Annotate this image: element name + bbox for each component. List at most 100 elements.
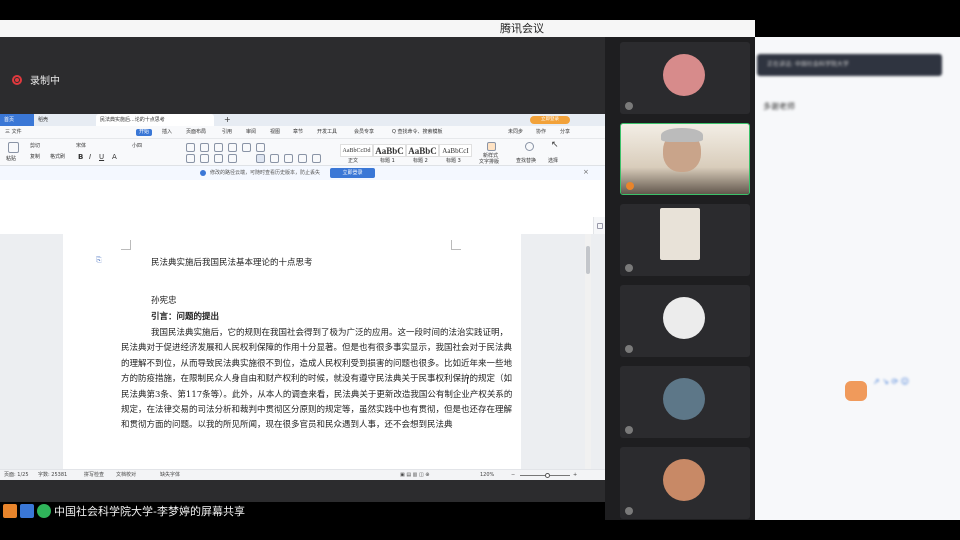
style-heading-3-label: 标题 3 — [446, 158, 461, 164]
participant-tile[interactable] — [620, 366, 750, 438]
document-page[interactable]: 民法典实施后我国民法基本理论的十点思考 孙宪忠 引言：问题的提出 我国民法典实施… — [63, 234, 521, 469]
user-icon — [3, 504, 17, 518]
menu-chapter[interactable]: 章节 — [293, 129, 303, 136]
distributed-align-icon[interactable] — [256, 154, 265, 163]
view-mode-icons[interactable]: ▣ ▤ ▥ ◫ ⊕ — [400, 472, 429, 479]
participant-tile[interactable] — [620, 204, 750, 276]
missing-fonts[interactable]: 缺失字体 — [160, 472, 180, 479]
document-canvas: 民法典实施后我国民法基本理论的十点思考 孙宪忠 引言：问题的提出 我国民法典实施… — [0, 234, 605, 469]
line-spacing-icon[interactable] — [270, 154, 279, 163]
copy-button[interactable]: 复制 — [30, 154, 40, 161]
borders-icon[interactable] — [298, 154, 307, 163]
mic-icon[interactable] — [37, 504, 51, 518]
zoom-level[interactable]: 120% — [480, 472, 494, 479]
share-button[interactable]: 分享 — [560, 129, 570, 136]
zoom-in-button[interactable]: + — [573, 472, 577, 479]
chat-tool-icons[interactable]: ↗ ↘ ⟳ ☺ — [873, 377, 909, 386]
find-replace-button[interactable]: 查找替换 — [516, 158, 536, 165]
tab-document[interactable]: 民法典实施后...论的十点思考 — [96, 114, 214, 126]
hair — [661, 128, 703, 142]
align-right-icon[interactable] — [214, 154, 223, 163]
margin-corner — [451, 240, 461, 250]
login-button[interactable]: 立即登录 — [530, 116, 570, 124]
table-icon[interactable] — [312, 154, 321, 163]
menu-home[interactable]: 开始 — [136, 129, 153, 136]
menu-insert[interactable]: 插入 — [162, 129, 172, 136]
zoom-slider-knob[interactable] — [545, 473, 550, 478]
new-style-icon[interactable] — [487, 142, 496, 151]
paste-label: 粘贴 — [6, 156, 17, 162]
indent-icon[interactable] — [214, 143, 223, 152]
collab-button[interactable]: 协作 — [536, 129, 546, 136]
mic-icon — [625, 102, 633, 110]
share-label: 中国社会科学院大学-李梦婷的屏幕共享 — [54, 505, 245, 518]
style-heading-2[interactable]: AaBbC — [406, 144, 439, 157]
app-title: 腾讯会议 — [500, 22, 544, 35]
paste-icon[interactable] — [8, 142, 19, 153]
find-icon[interactable] — [525, 142, 534, 151]
notice-message: 修改的路径云端，可随时查看历史版本，防止丢失 — [210, 170, 321, 176]
underline-button[interactable]: U — [99, 154, 104, 161]
mic-icon — [625, 345, 633, 353]
notice-login-button[interactable]: 立即登录 — [330, 168, 375, 178]
doc-proof[interactable]: 文档校对 — [116, 472, 136, 479]
unsynced-status[interactable]: 未同步 — [508, 129, 523, 136]
command-search[interactable]: Q 查找命令、搜索模板 — [392, 129, 443, 136]
font-size-select[interactable]: 小四 — [132, 143, 142, 150]
login-notice-bar: 修改的路径云端，可随时查看历史版本，防止丢失 立即登录 × — [0, 166, 605, 180]
text-tools-button[interactable]: 文字排版 — [479, 159, 499, 166]
select-button[interactable]: 选择 — [548, 158, 558, 165]
page-count[interactable]: 页面: 1/25 — [4, 472, 29, 479]
chat-panel: 正在讲话: 中国社会科学院大学 多谢老师 ↗ ↘ ⟳ ☺ — [755, 37, 960, 520]
avatar — [660, 208, 700, 260]
zoom-out-button[interactable]: − — [511, 472, 515, 479]
shading-icon[interactable] — [284, 154, 293, 163]
outdent-icon[interactable] — [228, 143, 237, 152]
participant-tile[interactable] — [620, 42, 750, 114]
font-name-select[interactable]: 宋体 — [76, 143, 86, 150]
mic-icon — [626, 182, 634, 190]
numbering-icon[interactable] — [200, 143, 209, 152]
menu-references[interactable]: 引用 — [222, 129, 232, 136]
style-normal-label: 正文 — [348, 158, 359, 164]
show-marks-icon[interactable] — [256, 143, 265, 152]
document-paragraph: 我国民法典实施后，它的规则在我国社会得到了极为广泛的应用。这一段时间的法治实践证… — [121, 328, 513, 431]
menu-developer[interactable]: 开发工具 — [317, 129, 337, 136]
align-center-icon[interactable] — [200, 154, 209, 163]
new-tab-button[interactable]: + — [220, 114, 231, 126]
close-icon[interactable]: × — [583, 168, 589, 176]
bold-button[interactable]: B — [78, 154, 83, 161]
menu-file[interactable]: 三 文件 — [5, 129, 22, 136]
bullets-icon[interactable] — [186, 143, 195, 152]
menu-member[interactable]: 会员专享 — [354, 129, 374, 136]
menu-view[interactable]: 视图 — [270, 129, 280, 136]
align-left-icon[interactable] — [186, 154, 195, 163]
avatar — [663, 297, 705, 339]
align-justify-icon[interactable] — [228, 154, 237, 163]
participant-tile[interactable] — [620, 447, 750, 519]
word-count[interactable]: 字数: 25381 — [38, 472, 67, 479]
style-heading-3[interactable]: AaBbCcI — [439, 144, 472, 157]
tab-daoke[interactable]: 稻壳 — [34, 114, 96, 126]
cut-button[interactable]: 剪切 — [30, 143, 40, 150]
wps-menu-bar: 三 文件 开始 插入 页面布局 引用 审阅 视图 章节 开发工具 会员专享 Q … — [0, 126, 605, 139]
participant-tile[interactable] — [620, 123, 750, 195]
tool-icon[interactable] — [597, 223, 603, 229]
scroll-thumb[interactable] — [586, 246, 590, 274]
select-cursor-icon[interactable]: ↖ — [551, 141, 559, 150]
style-normal[interactable]: AaBbCcDd — [340, 144, 373, 157]
menu-layout[interactable]: 页面布局 — [186, 129, 206, 136]
style-heading-1[interactable]: AaBbC — [373, 144, 406, 157]
font-color-button[interactable]: A — [112, 154, 117, 161]
tab-home[interactable]: 首页 — [0, 114, 34, 126]
menu-review[interactable]: 审阅 — [246, 129, 256, 136]
italic-button[interactable]: I — [89, 154, 91, 161]
sort-icon[interactable] — [242, 143, 251, 152]
doc-nav-icon[interactable]: ⎘ — [96, 256, 102, 265]
participant-list — [605, 37, 755, 520]
participant-tile[interactable] — [620, 285, 750, 357]
format-painter-button[interactable]: 格式刷 — [50, 154, 65, 161]
spell-check[interactable]: 拼写检查 — [84, 472, 104, 479]
screen-share-area: 录制中 首页 稻壳 民法典实施后...论的十点思考 + 立即登录 三 文件 开始… — [0, 37, 605, 502]
recording-label: 录制中 — [30, 76, 60, 87]
